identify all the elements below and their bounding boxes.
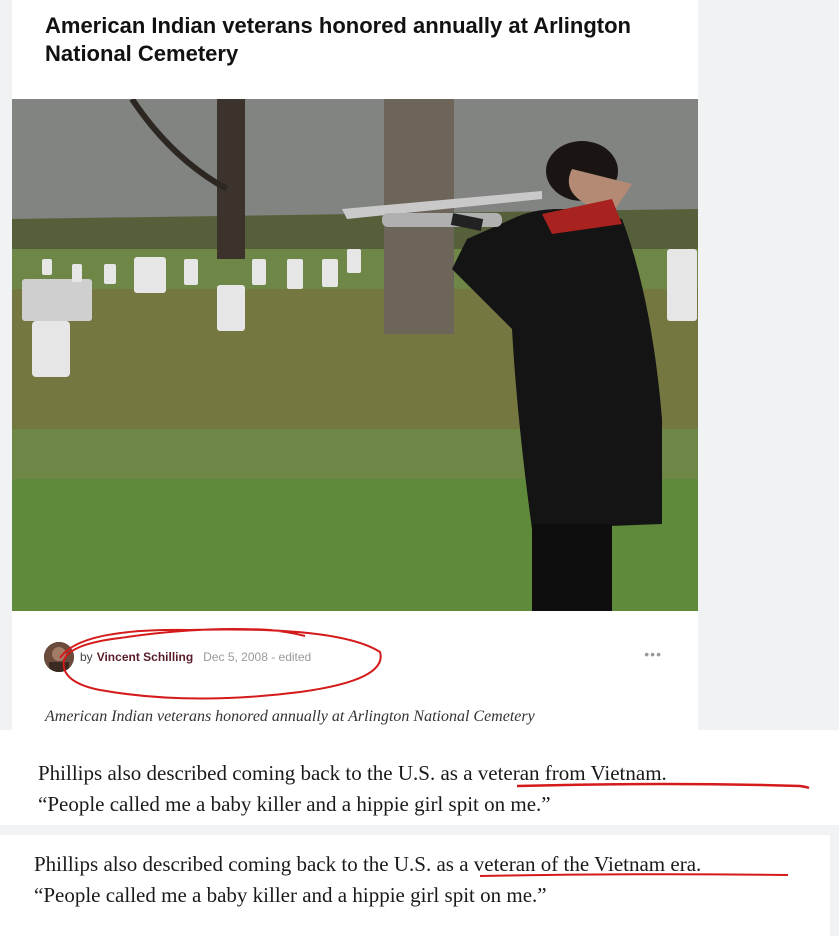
photo-caption: American Indian veterans honored annuall…: [45, 708, 535, 725]
quote-original-prefix: Phillips also described coming back to t…: [38, 761, 441, 785]
article-photo: [12, 99, 698, 611]
article-headline[interactable]: American Indian veterans honored annuall…: [45, 12, 685, 68]
bugler-at-cemetery-image: [12, 99, 698, 611]
red-underline-annotation-2: [479, 873, 789, 877]
red-circle-annotation: [59, 628, 382, 700]
more-options-icon[interactable]: •••: [644, 646, 662, 662]
quote-original: Phillips also described coming back to t…: [0, 730, 839, 825]
quote-edited-prefix: Phillips also described coming back to t…: [34, 852, 437, 876]
red-underline-annotation-1: [516, 782, 810, 790]
